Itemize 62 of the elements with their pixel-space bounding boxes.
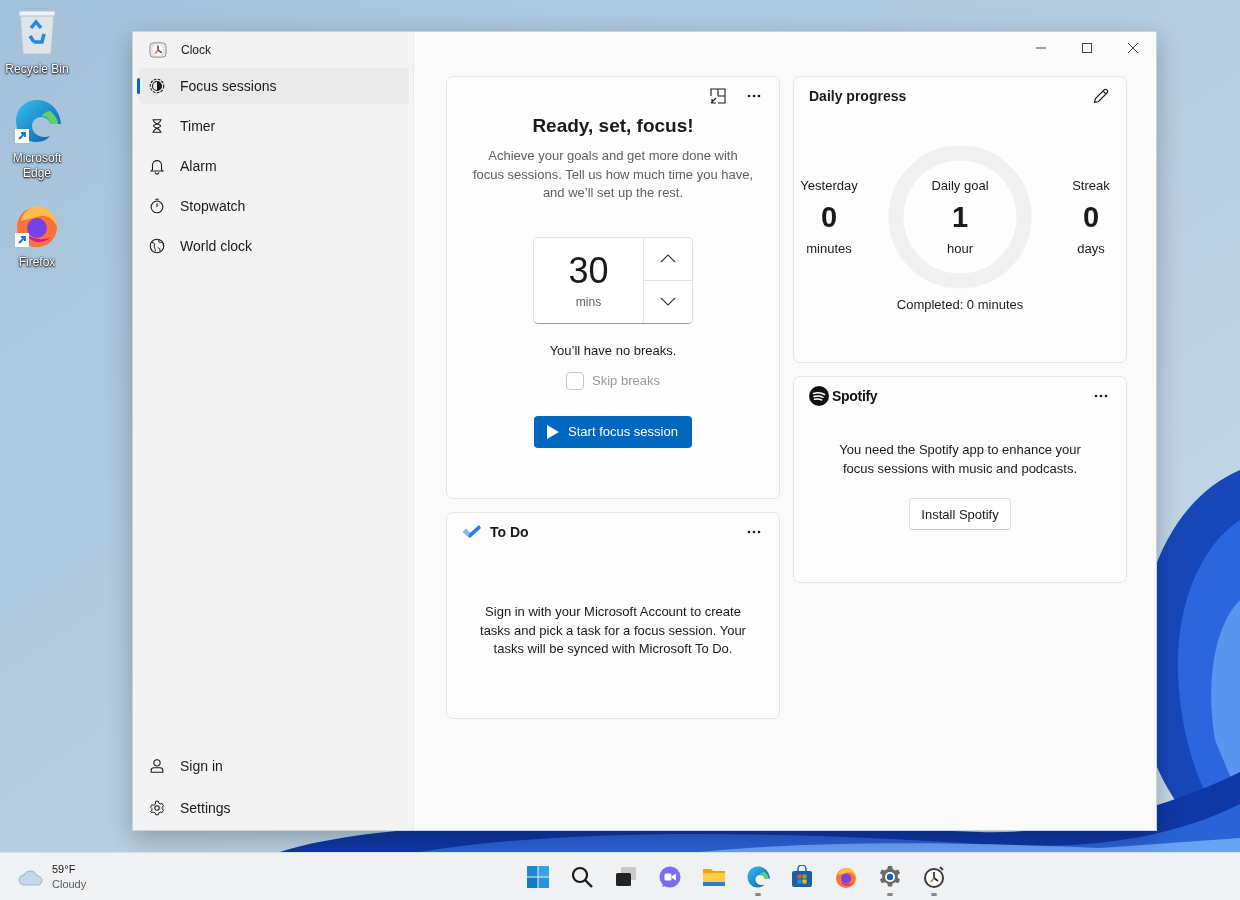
clock-icon	[922, 864, 946, 889]
streak-unit: days	[1077, 239, 1105, 258]
chevron-down-icon	[660, 297, 676, 306]
more-icon	[747, 94, 761, 98]
spotify-wordmark: Spotify	[832, 388, 878, 404]
stopwatch-icon	[148, 197, 166, 215]
nav-item[interactable]: Timer	[139, 108, 409, 144]
settings-icon	[148, 799, 166, 817]
start-icon	[526, 864, 550, 889]
nav-item[interactable]: Focus sessions	[139, 68, 409, 104]
focus-icon	[148, 77, 166, 95]
recycle-bin-icon	[15, 8, 59, 56]
bell-icon	[148, 157, 166, 175]
chevron-up-icon	[660, 254, 676, 263]
task-view-icon	[614, 864, 638, 889]
search-icon	[570, 864, 594, 889]
card-heading: Ready, set, focus!	[532, 115, 694, 137]
nav-item[interactable]: Alarm	[139, 148, 409, 184]
clock-app-icon	[149, 41, 167, 59]
start-focus-button[interactable]: Start focus session	[534, 415, 692, 448]
streak-label: Streak	[1072, 176, 1110, 195]
pencil-icon	[1093, 88, 1109, 104]
maximize-icon	[1082, 43, 1092, 53]
cloud-icon	[18, 867, 44, 886]
checkmark-icon	[462, 524, 482, 540]
compact-view-icon	[710, 88, 726, 104]
daily-goal-unit: hour	[947, 239, 973, 258]
close-icon	[1128, 43, 1138, 53]
weather-condition: Cloudy	[52, 876, 87, 892]
play-icon	[546, 423, 561, 440]
yesterday-unit: minutes	[806, 239, 852, 258]
completed-text: Completed: 0 minutes	[895, 297, 1025, 312]
card-title: Daily progress	[809, 88, 907, 104]
daily-goal-value: 1	[951, 199, 969, 235]
duration-unit: mins	[575, 295, 602, 309]
person-icon	[148, 757, 166, 775]
card-title: To Do	[490, 524, 529, 540]
install-spotify-button[interactable]: Install Spotify	[909, 498, 1011, 530]
window-title: Clock	[181, 43, 211, 57]
settings-icon	[878, 864, 902, 889]
yesterday-label: Yesterday	[800, 176, 858, 195]
nav-item[interactable]: Settings	[139, 790, 409, 826]
duration-value: 30	[568, 251, 609, 291]
install-message: You need the Spotify app to enhance your focus sessions with music and podcasts.	[838, 441, 1082, 478]
streak-value: 0	[1082, 199, 1100, 235]
store-icon	[790, 864, 814, 889]
yesterday-value: 0	[820, 199, 838, 235]
edge-icon	[746, 864, 770, 889]
nav-item[interactable]: World clock	[139, 228, 409, 264]
more-icon	[747, 530, 761, 534]
checkbox-label: Skip breaks	[592, 373, 660, 388]
nav-item[interactable]: Stopwatch	[139, 188, 409, 224]
breaks-note: You’ll have no breaks.	[549, 342, 677, 358]
description-text: Achieve your goals and get more done with focus sessions. Tell us how much time you have, and we’ll set up the rest.	[472, 147, 754, 202]
spotify-logo-icon	[809, 386, 829, 406]
chat-icon	[658, 864, 682, 889]
temperature-text: 59°F	[52, 861, 77, 877]
sign-in-message: Sign in with your Microsoft Account to create tasks and pick a task for a focus session. Your tasks will be synced with Microsoft To Do.	[479, 603, 747, 658]
more-icon	[1094, 394, 1108, 398]
globe-icon	[148, 237, 166, 255]
nav-item[interactable]: Sign in	[139, 748, 409, 784]
daily-goal-label: Daily goal	[931, 176, 989, 195]
